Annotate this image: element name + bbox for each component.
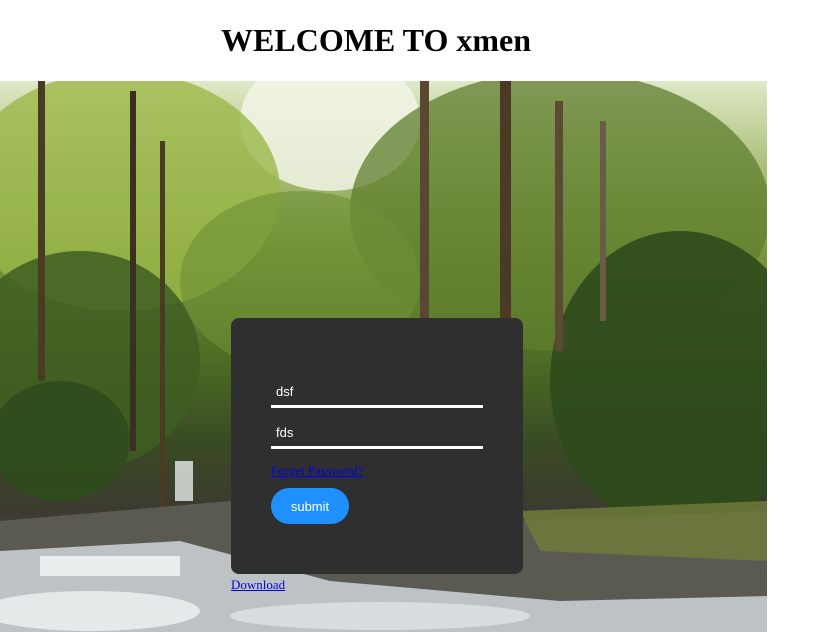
page-title: WELCOME TO xmen [221,22,531,58]
login-card: Forget Password? submit [231,318,523,574]
username-field[interactable] [271,378,483,408]
submit-button[interactable]: submit [271,488,349,524]
password-field[interactable] [271,419,483,449]
download-link[interactable]: Download [231,577,285,593]
forgot-password-link[interactable]: Forget Password? [271,463,364,479]
